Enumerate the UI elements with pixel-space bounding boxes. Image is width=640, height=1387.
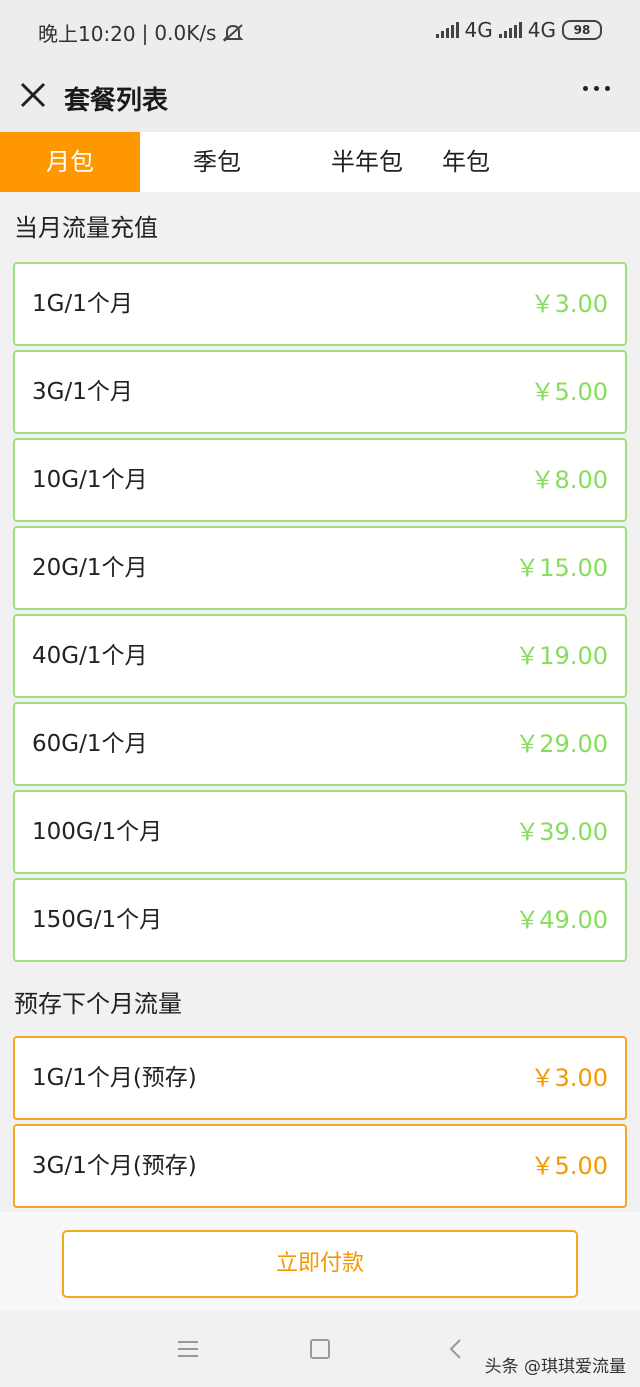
- tab-bar: 月包 季包 半年包 年包: [0, 132, 640, 192]
- network-type-2: 4G: [527, 18, 556, 42]
- package-label: 40G/1个月: [32, 643, 148, 669]
- tab-quarterly[interactable]: 季包: [140, 132, 294, 192]
- package-price: ￥5.00: [530, 378, 608, 406]
- bottom-bar: 立即付款: [0, 1212, 640, 1310]
- package-item[interactable]: 150G/1个月 ￥49.00: [13, 878, 627, 962]
- battery-icon: 98: [562, 20, 602, 40]
- package-item[interactable]: 40G/1个月 ￥19.00: [13, 614, 627, 698]
- package-item[interactable]: 20G/1个月 ￥15.00: [13, 526, 627, 610]
- home-icon[interactable]: [310, 1339, 330, 1359]
- package-label: 1G/1个月: [32, 291, 133, 317]
- status-time: 晚上10:20: [38, 22, 136, 46]
- page-title: 套餐列表: [64, 86, 169, 116]
- prestore-item[interactable]: 3G/1个月(预存) ￥5.00: [13, 1124, 627, 1208]
- system-nav-bar: 头条 @琪琪爱流量: [0, 1310, 640, 1387]
- section-title-prestore: 预存下个月流量: [14, 990, 182, 1018]
- package-label: 3G/1个月(预存): [32, 1153, 197, 1179]
- package-item[interactable]: 60G/1个月 ￥29.00: [13, 702, 627, 786]
- nav-bar: 套餐列表: [0, 62, 640, 132]
- pay-now-button[interactable]: 立即付款: [62, 1230, 578, 1298]
- status-bar: 晚上10:20 | 0.0K/s 4G 4G 98: [0, 0, 640, 62]
- back-icon[interactable]: [448, 1338, 462, 1360]
- tab-half-year[interactable]: 半年包: [294, 132, 440, 192]
- package-price: ￥29.00: [515, 730, 608, 758]
- package-item[interactable]: 100G/1个月 ￥39.00: [13, 790, 627, 874]
- package-label: 60G/1个月: [32, 731, 148, 757]
- signal-icon: [435, 22, 459, 38]
- package-price: ￥49.00: [515, 906, 608, 934]
- tab-yearly[interactable]: 年包: [440, 132, 588, 192]
- status-speed: 0.0K/s: [154, 20, 217, 45]
- status-right: 4G 4G 98: [435, 18, 602, 42]
- package-price: ￥19.00: [515, 642, 608, 670]
- package-label: 150G/1个月: [32, 907, 163, 933]
- package-item[interactable]: 3G/1个月 ￥5.00: [13, 350, 627, 434]
- package-label: 100G/1个月: [32, 819, 163, 845]
- package-price: ￥39.00: [515, 818, 608, 846]
- close-icon[interactable]: [16, 78, 50, 112]
- package-label: 3G/1个月: [32, 379, 133, 405]
- package-label: 10G/1个月: [32, 467, 148, 493]
- status-divider: |: [141, 20, 149, 45]
- signal-icon-2: [498, 22, 522, 38]
- package-item[interactable]: 10G/1个月 ￥8.00: [13, 438, 627, 522]
- package-price: ￥3.00: [530, 1064, 608, 1092]
- more-icon[interactable]: [583, 86, 610, 91]
- menu-icon[interactable]: [178, 1341, 198, 1362]
- prestore-item[interactable]: 1G/1个月(预存) ￥3.00: [13, 1036, 627, 1120]
- status-left: 晚上10:20 | 0.0K/s: [38, 18, 244, 47]
- section-title-current-month: 当月流量充值: [14, 214, 158, 242]
- network-type-1: 4G: [464, 18, 493, 42]
- package-label: 20G/1个月: [32, 555, 148, 581]
- battery-level: 98: [573, 23, 591, 37]
- package-price: ￥3.00: [530, 290, 608, 318]
- tab-monthly[interactable]: 月包: [0, 132, 140, 192]
- package-list: 当月流量充值 1G/1个月 ￥3.00 3G/1个月 ￥5.00 10G/1个月 ￥8…: [0, 192, 640, 1212]
- package-label: 1G/1个月(预存): [32, 1065, 197, 1091]
- mute-bell-icon: [223, 23, 244, 42]
- package-price: ￥5.00: [530, 1152, 608, 1180]
- package-price: ￥8.00: [530, 466, 608, 494]
- package-price: ￥15.00: [515, 554, 608, 582]
- watermark-text: 头条 @琪琪爱流量: [484, 1357, 626, 1377]
- package-item[interactable]: 1G/1个月 ￥3.00: [13, 262, 627, 346]
